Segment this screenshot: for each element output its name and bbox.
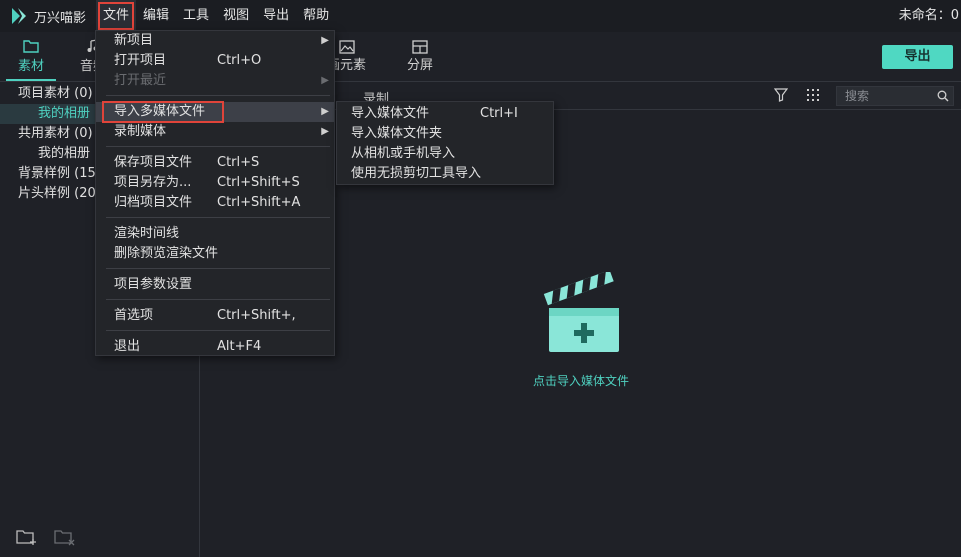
submenu-item-import-from-device[interactable]: 从相机或手机导入 [337,144,553,164]
submenu-arrow-icon: ▶ [321,35,329,46]
menu-item-record-media[interactable]: 录制媒体 ▶ [96,122,334,142]
project-name: 未命名：0 [898,8,959,23]
menu-item-import-media[interactable]: 导入多媒体文件 [102,101,224,123]
import-media-hint[interactable]: 点击导入媒体文件 [201,372,961,389]
submenu-item-import-media-files[interactable]: 导入媒体文件 Ctrl+I [337,104,553,124]
filter-icon[interactable] [774,88,788,102]
app-name: 万兴喵影 [34,10,87,26]
menu-item-archive-project[interactable]: 归档项目文件 Ctrl+Shift+A [96,193,334,213]
menu-view[interactable]: 视图 [216,0,256,32]
clapperboard-icon[interactable] [541,270,621,362]
file-menu: 新项目 ▶ 打开项目 Ctrl+O 打开最近 ▶ ▶ 导入多媒体文件 录制媒体 ▶ 保存… [95,30,335,356]
menu-item-open-project[interactable]: 打开项目 Ctrl+O [96,51,334,71]
menu-item-render-timeline[interactable]: 渲染时间线 [96,224,334,244]
menu-export[interactable]: 导出 [256,0,296,32]
menu-item-save-project[interactable]: 保存项目文件 Ctrl+S [96,153,334,173]
delete-folder-icon[interactable] [54,528,76,546]
menu-edit[interactable]: 编辑 [136,0,176,32]
menu-item-delete-preview-render[interactable]: 删除预览渲染文件 [96,244,334,264]
menu-separator [106,217,330,218]
menu-file[interactable]: 文件 [96,0,137,32]
menu-item-preferences[interactable]: 首选项 Ctrl+Shift+, [96,306,334,326]
folder-icon [23,40,39,53]
tab-split-screen[interactable]: 分屏 [407,40,433,73]
submenu-arrow-icon: ▶ [321,75,329,86]
menu-separator [106,299,330,300]
submenu-arrow-icon: ▶ [321,106,329,117]
tab-media-label: 素材 [17,59,44,74]
grid-view-icon[interactable] [806,88,820,102]
menu-item-project-settings[interactable]: 项目参数设置 [96,275,334,295]
menu-separator [106,268,330,269]
export-button[interactable]: 导出 [882,45,953,69]
menu-separator [106,330,330,331]
app-logo-icon [10,7,28,25]
image-icon [338,40,355,54]
import-submenu: 导入媒体文件 Ctrl+I 导入媒体文件夹 从相机或手机导入 使用无损剪切工具导入 [336,101,554,185]
menu-help[interactable]: 帮助 [296,0,336,32]
menu-item-open-recent: 打开最近 ▶ [96,71,334,91]
menu-bar: 万兴喵影 文件 编辑 工具 视图 导出 帮助 未命名：0 [0,0,961,32]
menu-item-save-as[interactable]: 项目另存为... Ctrl+Shift+S [96,173,334,193]
menu-tools[interactable]: 工具 [176,0,216,32]
split-screen-icon [412,40,428,54]
submenu-item-import-media-folder[interactable]: 导入媒体文件夹 [337,124,553,144]
search-icon[interactable] [937,90,949,102]
menu-item-exit[interactable]: 退出 Alt+F4 [96,337,334,357]
search-input[interactable]: 搜索 [836,86,954,106]
new-folder-icon[interactable] [16,528,38,546]
search-placeholder: 搜索 [845,89,870,103]
menu-separator [106,146,330,147]
submenu-arrow-icon: ▶ [321,126,329,137]
tab-media[interactable]: 素材 [0,32,62,81]
left-panel-footer [0,517,199,557]
menu-item-new-project[interactable]: 新项目 ▶ [96,31,334,51]
menu-separator [106,95,330,96]
submenu-item-lossless-cut-import[interactable]: 使用无损剪切工具导入 [337,164,553,184]
tab-split-screen-label: 分屏 [407,58,434,73]
